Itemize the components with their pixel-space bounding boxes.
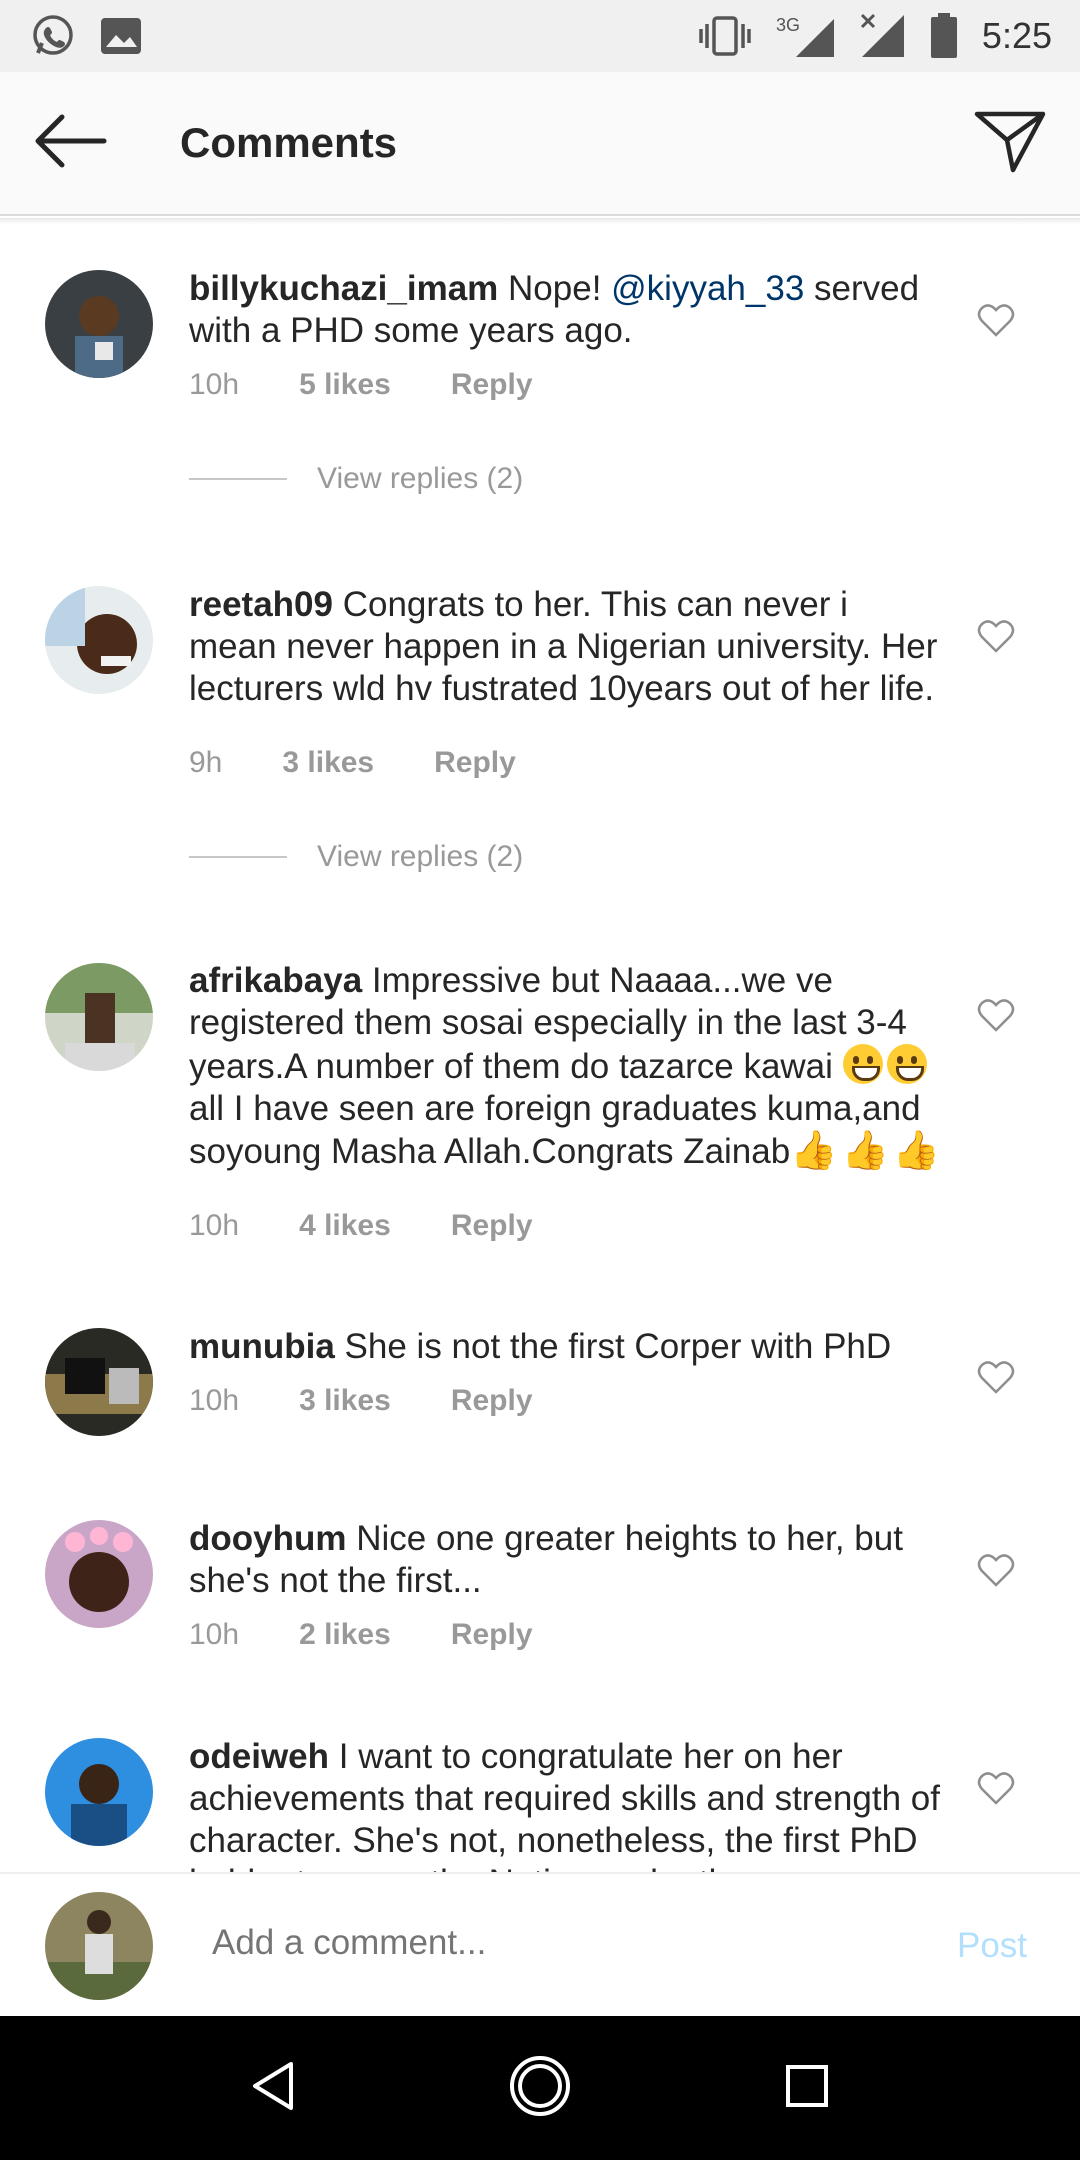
- svg-text:3G: 3G: [776, 15, 800, 35]
- comment-meta: 10h 5 likes Reply: [189, 368, 593, 402]
- add-comment-input[interactable]: [210, 1922, 910, 1964]
- reply-button[interactable]: Reply: [451, 368, 533, 402]
- avatar[interactable]: [45, 1738, 153, 1846]
- add-comment-bar: Post: [0, 1872, 1080, 2016]
- comment-username[interactable]: munubia: [189, 1327, 335, 1366]
- thumbs-up-emoji-icon: 👍: [841, 1130, 889, 1172]
- back-arrow-icon: [32, 113, 108, 174]
- battery-icon: [930, 13, 958, 59]
- avatar[interactable]: [45, 1328, 153, 1436]
- signal-3g-icon: 3G: [776, 13, 836, 59]
- replies-divider: [189, 856, 287, 858]
- comment-username[interactable]: billykuchazi_imam: [189, 269, 498, 308]
- comment-username[interactable]: afrikabaya: [189, 961, 362, 1000]
- comment-text: billykuchazi_imam Nope! @kiyyah_33 serve…: [189, 268, 945, 352]
- likes-count[interactable]: 2 likes: [299, 1618, 391, 1652]
- nav-home-button[interactable]: [490, 2038, 590, 2138]
- status-left: [30, 13, 142, 59]
- likes-count[interactable]: 5 likes: [299, 368, 391, 402]
- avatar[interactable]: [45, 963, 153, 1071]
- signal-off-icon: [860, 13, 906, 59]
- comment-text: afrikabaya Impressive but Naaaa...we ve …: [189, 960, 945, 1173]
- reply-button[interactable]: Reply: [451, 1384, 533, 1418]
- like-heart-icon[interactable]: [977, 1770, 1015, 1806]
- send-icon: [973, 108, 1047, 179]
- comment-text: reetah09 Congrats to her. This can never…: [189, 584, 945, 710]
- status-right: 3G 5:25: [698, 13, 1052, 59]
- avatar[interactable]: [45, 586, 153, 694]
- view-replies-label: View replies (2): [317, 462, 524, 495]
- whatsapp-icon: [30, 13, 76, 59]
- status-time: 5:25: [981, 15, 1052, 56]
- like-heart-icon[interactable]: [977, 302, 1015, 338]
- comment-meta: 10h 4 likes Reply: [189, 1209, 593, 1243]
- grinning-emoji-icon: [842, 1044, 883, 1084]
- comment-username[interactable]: reetah09: [189, 585, 333, 624]
- comment-time: 9h: [189, 746, 223, 779]
- likes-count[interactable]: 4 likes: [299, 1209, 391, 1243]
- mention-link[interactable]: @kiyyah_33: [611, 269, 804, 308]
- thumbs-up-emoji-icon: 👍: [892, 1130, 941, 1172]
- nav-back-button[interactable]: [223, 2038, 323, 2138]
- gallery-icon: [100, 17, 142, 55]
- comment-meta: 10h 2 likes Reply: [189, 1618, 593, 1652]
- avatar[interactable]: [45, 1520, 153, 1628]
- comment-username[interactable]: odeiweh: [189, 1737, 329, 1776]
- like-heart-icon[interactable]: [977, 618, 1015, 654]
- comment-text: munubia She is not the first Corper with…: [189, 1326, 945, 1368]
- comment-time: 10h: [189, 1209, 240, 1242]
- post-button[interactable]: Post: [957, 1926, 1027, 1966]
- comment-meta: 10h 3 likes Reply: [189, 1384, 593, 1418]
- comment-text: odeiweh I want to congratulate her on he…: [189, 1736, 945, 1872]
- view-replies-button[interactable]: View replies (2): [189, 840, 523, 874]
- navigation-bar: [0, 2016, 1080, 2160]
- status-bar: 3G 5:25: [0, 0, 1080, 72]
- comment-meta: 9h 3 likes Reply: [189, 746, 576, 780]
- avatar[interactable]: [45, 270, 153, 378]
- grinning-emoji-icon: [886, 1044, 927, 1084]
- reply-button[interactable]: Reply: [451, 1209, 533, 1243]
- comment-content: Nope!: [498, 269, 612, 308]
- likes-count[interactable]: 3 likes: [282, 746, 374, 780]
- nav-recents-button[interactable]: [757, 2038, 857, 2138]
- square-recents-icon: [785, 2064, 829, 2113]
- view-replies-button[interactable]: View replies (2): [189, 462, 523, 496]
- comment-username[interactable]: dooyhum: [189, 1519, 346, 1558]
- replies-divider: [189, 478, 287, 480]
- vibrate-icon: [698, 14, 752, 58]
- comment-time: 10h: [189, 368, 240, 401]
- likes-count[interactable]: 3 likes: [299, 1384, 391, 1418]
- back-button[interactable]: [0, 71, 140, 215]
- comment-time: 10h: [189, 1384, 240, 1417]
- current-user-avatar: [45, 1892, 153, 2000]
- reply-button[interactable]: Reply: [451, 1618, 533, 1652]
- comments-list[interactable]: billykuchazi_imam Nope! @kiyyah_33 serve…: [0, 224, 1080, 1872]
- thumbs-up-emoji-icon: 👍: [790, 1130, 838, 1172]
- like-heart-icon[interactable]: [977, 1552, 1015, 1588]
- circle-home-icon: [508, 2054, 572, 2123]
- direct-message-button[interactable]: [940, 71, 1080, 215]
- comment-content: She is not the first Corper with PhD: [334, 1327, 892, 1366]
- comment-time: 10h: [189, 1618, 240, 1651]
- like-heart-icon[interactable]: [977, 997, 1015, 1033]
- triangle-back-icon: [251, 2061, 295, 2116]
- page-title: Comments: [180, 119, 398, 166]
- app-header: Comments: [0, 72, 1080, 216]
- reply-button[interactable]: Reply: [434, 746, 516, 780]
- like-heart-icon[interactable]: [977, 1359, 1015, 1395]
- view-replies-label: View replies (2): [317, 840, 524, 873]
- comment-text: dooyhum Nice one greater heights to her,…: [189, 1518, 945, 1602]
